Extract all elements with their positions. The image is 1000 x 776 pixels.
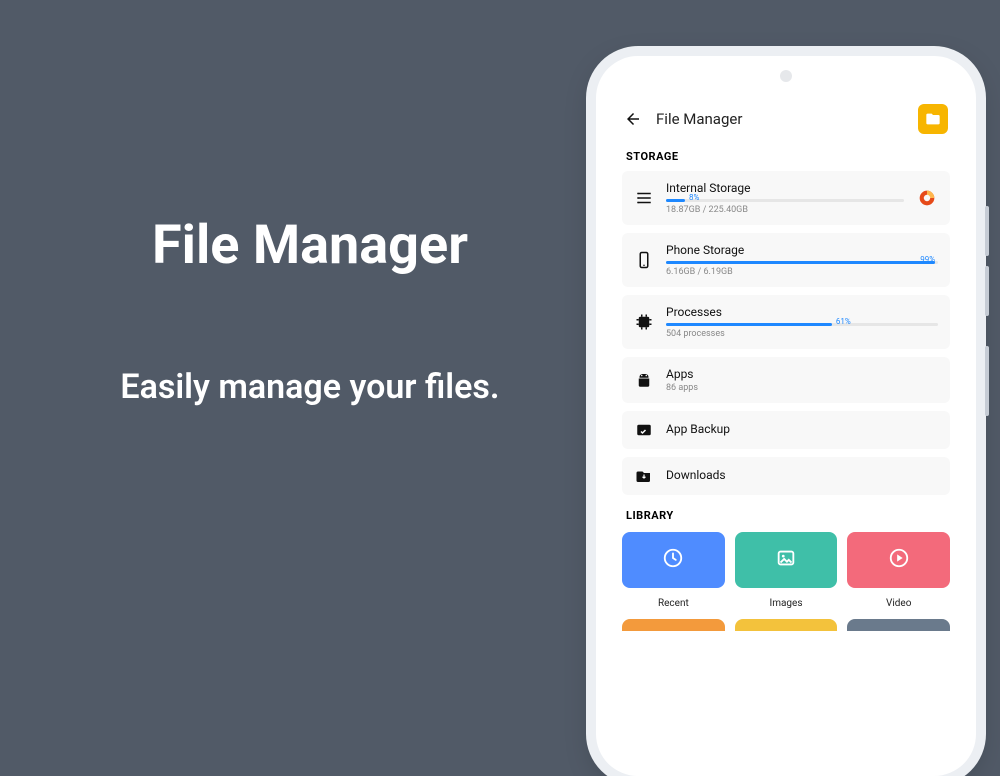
storage-item-body: Apps 86 apps <box>666 367 938 393</box>
section-label-storage: STORAGE <box>608 144 964 171</box>
storage-item-apps[interactable]: Apps 86 apps <box>622 357 950 403</box>
library-tile-recent[interactable] <box>622 532 725 588</box>
phone-icon <box>634 251 654 269</box>
phone-frame: File Manager STORAGE Internal Storage8%1… <box>596 56 976 776</box>
section-label-library: LIBRARY <box>608 503 964 530</box>
storage-item-sub: 504 processes <box>666 329 938 339</box>
library-tile-partial[interactable] <box>847 619 950 631</box>
library-tile-partial[interactable] <box>735 619 838 631</box>
folder-icon <box>925 111 941 127</box>
storage-item-title: Processes <box>666 305 938 319</box>
library-row <box>608 530 964 594</box>
apps-icon <box>634 371 654 389</box>
app-bar: File Manager <box>608 90 964 144</box>
pie-chart-icon <box>916 187 938 209</box>
library-tile-label: Images <box>735 598 838 609</box>
storage-item-title: App Backup <box>666 422 938 436</box>
downloads-icon <box>634 467 654 485</box>
image-icon <box>775 547 797 573</box>
library-labels: Recent Images Video <box>608 594 964 619</box>
storage-item-body: Processes61%504 processes <box>666 305 938 339</box>
storage-item-title: Phone Storage <box>666 243 938 257</box>
phone-side-button <box>985 346 989 416</box>
library-tile-label: Video <box>847 598 950 609</box>
storage-item-processes[interactable]: Processes61%504 processes <box>622 295 950 349</box>
folder-button[interactable] <box>918 104 948 134</box>
progress-bar: 99% <box>666 261 938 264</box>
arrow-left-icon <box>624 110 642 128</box>
phone-side-button <box>985 206 989 256</box>
storage-item-sub: 18.87GB / 225.40GB <box>666 205 904 215</box>
internal-icon <box>634 189 654 207</box>
storage-item-title: Downloads <box>666 468 938 482</box>
storage-item-body: Phone Storage99%6.16GB / 6.19GB <box>666 243 938 277</box>
progress-percent: 8% <box>685 193 699 202</box>
storage-item-body: Internal Storage8%18.87GB / 225.40GB <box>666 181 904 215</box>
storage-item-internal[interactable]: Internal Storage8%18.87GB / 225.40GB <box>622 171 950 225</box>
library-tile-images[interactable] <box>735 532 838 588</box>
promo-panel: File Manager Easily manage your files. <box>60 0 560 620</box>
storage-item-title: Apps <box>666 367 938 381</box>
library-tile-label: Recent <box>622 598 725 609</box>
library-tile-partial[interactable] <box>622 619 725 631</box>
storage-item-sub: 6.16GB / 6.19GB <box>666 267 938 277</box>
progress-bar: 61% <box>666 323 938 326</box>
storage-item-downloads[interactable]: Downloads <box>622 457 950 495</box>
app-title: File Manager <box>656 110 904 128</box>
appbackup-icon <box>634 421 654 439</box>
phone-notch <box>780 70 792 82</box>
progress-percent: 99% <box>916 255 935 264</box>
storage-item-sub: 86 apps <box>666 383 938 393</box>
promo-title: File Manager <box>60 214 560 277</box>
storage-item-appbackup[interactable]: App Backup <box>622 411 950 449</box>
storage-item-body: Downloads <box>666 468 938 484</box>
play-icon <box>888 547 910 573</box>
storage-item-body: App Backup <box>666 422 938 438</box>
storage-item-title: Internal Storage <box>666 181 904 195</box>
phone-screen: File Manager STORAGE Internal Storage8%1… <box>608 90 964 764</box>
progress-percent: 61% <box>832 317 851 326</box>
processes-icon <box>634 313 654 331</box>
storage-list: Internal Storage8%18.87GB / 225.40GBPhon… <box>608 171 964 503</box>
back-button[interactable] <box>624 110 642 128</box>
progress-bar: 8% <box>666 199 904 202</box>
phone-side-button <box>985 266 989 316</box>
library-tile-video[interactable] <box>847 532 950 588</box>
library-row-2 <box>608 619 964 631</box>
storage-analyze-button[interactable] <box>916 187 938 209</box>
storage-item-phone[interactable]: Phone Storage99%6.16GB / 6.19GB <box>622 233 950 287</box>
clock-icon <box>662 547 684 573</box>
promo-subtitle: Easily manage your files. <box>60 367 560 407</box>
